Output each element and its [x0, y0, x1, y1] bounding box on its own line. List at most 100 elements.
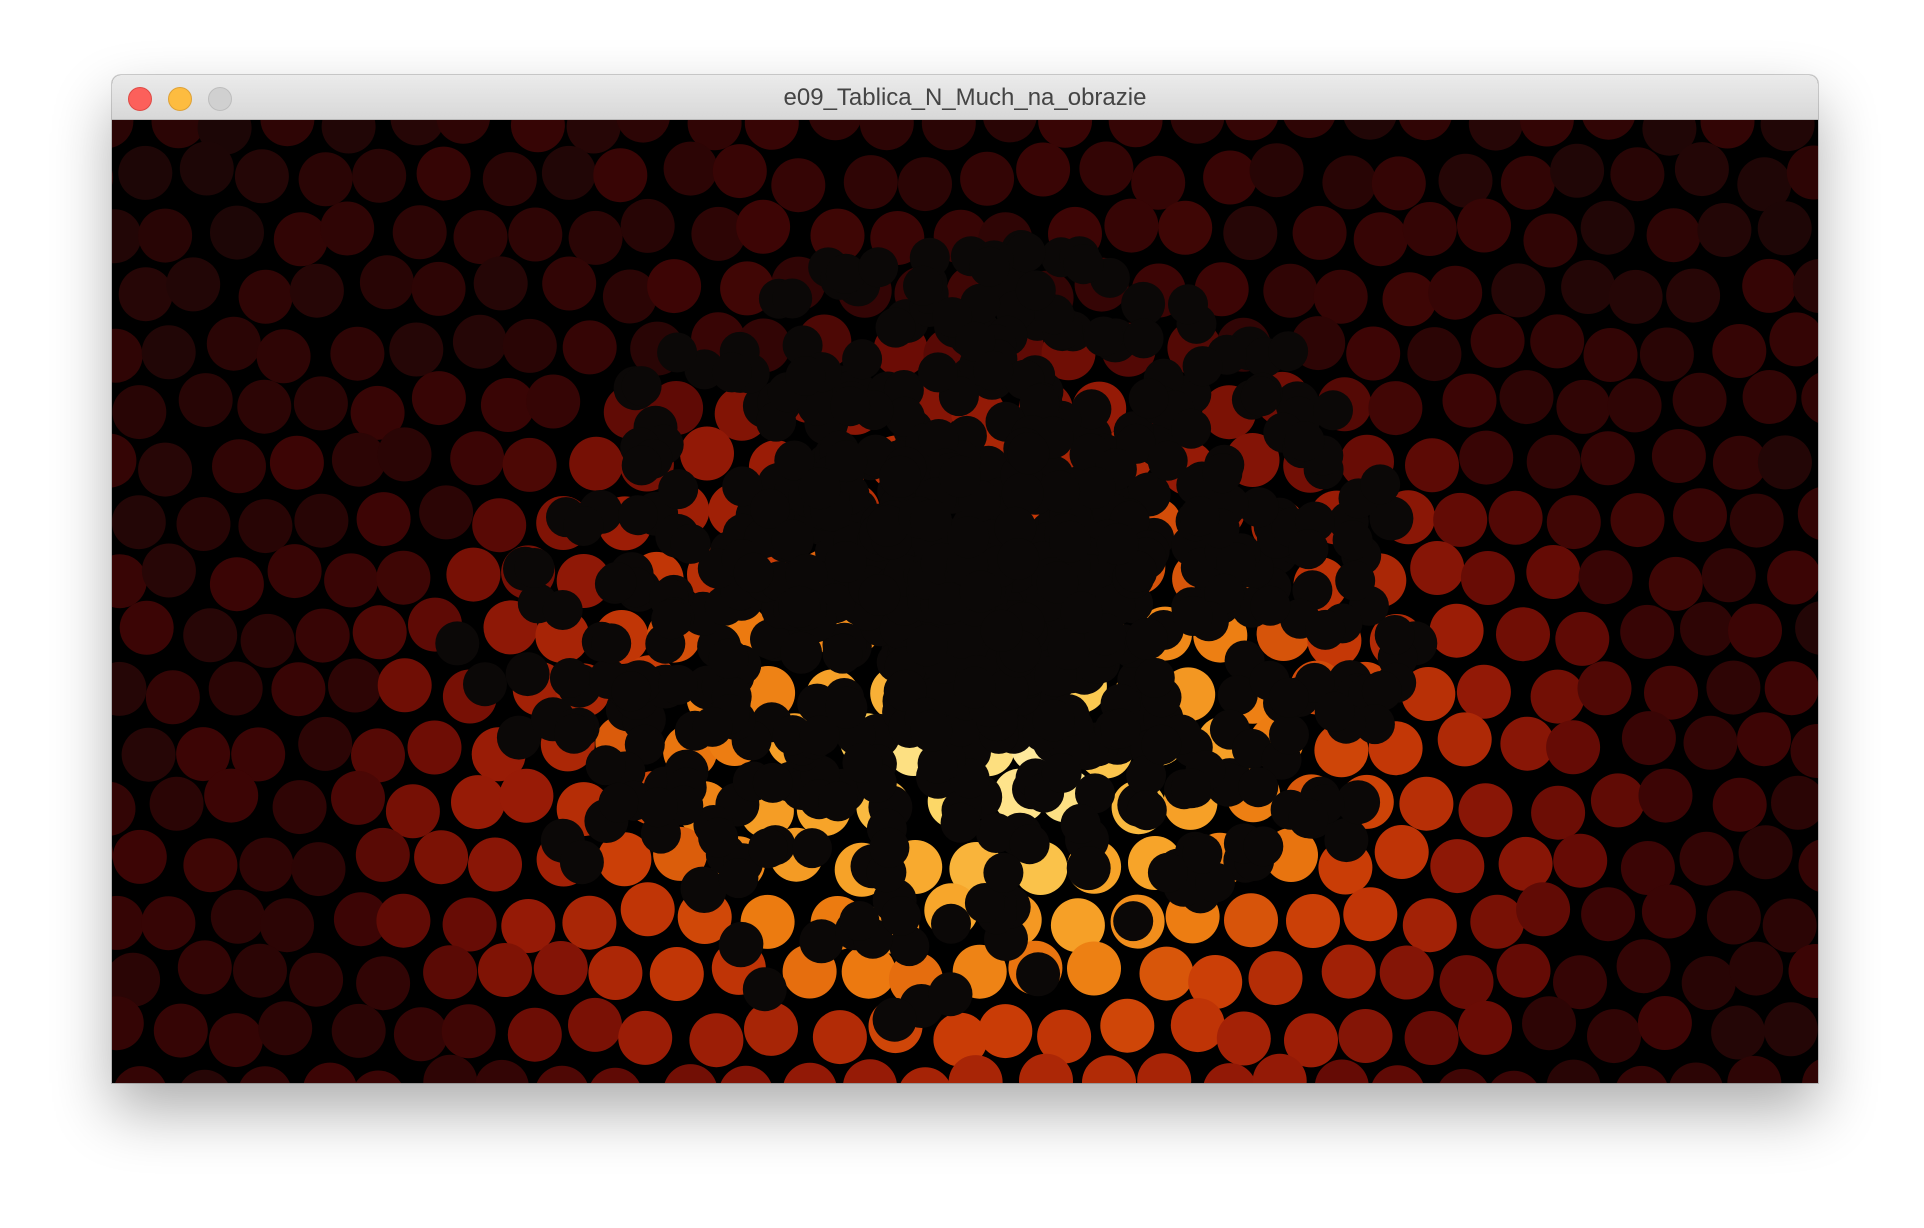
fly	[514, 548, 555, 588]
sketch-canvas[interactable]	[112, 120, 1818, 1083]
fly	[1134, 657, 1175, 698]
fly	[563, 506, 604, 546]
glow-dot	[1379, 945, 1434, 1000]
glow-dot	[1546, 495, 1601, 550]
fly	[598, 782, 639, 823]
fly	[1100, 708, 1141, 749]
fly	[711, 352, 752, 393]
glow-dot	[289, 263, 344, 318]
glow-dot	[1639, 327, 1694, 382]
glow-dot	[1681, 956, 1736, 1010]
glow-dot	[1470, 894, 1525, 949]
fly	[798, 467, 841, 510]
glow-dot	[177, 940, 232, 995]
glow-dot	[1712, 324, 1767, 378]
glow-dot	[1728, 603, 1782, 658]
glow-dot	[593, 148, 648, 203]
glow-dot	[1706, 660, 1761, 715]
glow-dot	[647, 259, 702, 314]
fly	[983, 852, 1024, 893]
fly	[1083, 316, 1124, 357]
glow-dot	[1621, 711, 1676, 766]
glow-dot	[1496, 607, 1550, 662]
glow-dot	[1550, 143, 1605, 198]
fly	[1182, 833, 1223, 874]
glow-dot	[1729, 941, 1784, 996]
glow-dot	[812, 1010, 867, 1065]
glow-dot	[1382, 272, 1437, 327]
fly	[1173, 596, 1213, 636]
glow-dot	[289, 952, 344, 1007]
fly	[1182, 346, 1223, 387]
glow-dot	[355, 827, 410, 882]
glow-dot	[138, 208, 193, 263]
glow-dot	[1405, 438, 1459, 493]
fly	[1060, 803, 1101, 844]
glow-dot	[1458, 783, 1513, 838]
glow-dot	[269, 435, 324, 490]
fly	[585, 745, 626, 786]
fly	[947, 516, 990, 559]
fly	[842, 339, 883, 380]
fly	[1238, 767, 1279, 808]
fly	[1141, 724, 1182, 765]
fly	[1305, 609, 1346, 650]
glow-dot	[712, 144, 767, 199]
fly	[1168, 284, 1208, 325]
glow-dot	[209, 557, 264, 612]
fly	[698, 817, 739, 858]
glow-dot	[898, 157, 952, 212]
glow-dot	[210, 205, 264, 260]
glow-dot	[843, 155, 898, 210]
fly	[918, 352, 958, 393]
glow-dot	[392, 205, 447, 260]
glow-dot	[1638, 768, 1693, 823]
glow-dot	[1683, 715, 1738, 770]
fly	[733, 552, 774, 593]
glow-dot	[183, 608, 238, 663]
title-bar[interactable]: e09_Tablica_N_Much_na_obrazie	[112, 75, 1818, 120]
fly	[1041, 753, 1082, 793]
glow-dot	[1583, 328, 1638, 382]
glow-dot	[256, 329, 311, 384]
glow-dot	[210, 889, 265, 944]
glow-dot	[562, 320, 617, 375]
fly	[1361, 670, 1402, 711]
fly	[909, 499, 952, 542]
glow-dot	[1737, 712, 1791, 767]
fly	[1288, 798, 1329, 839]
glow-dot	[1610, 493, 1665, 548]
fly	[772, 278, 813, 319]
glow-dot	[240, 613, 295, 668]
glow-dot	[118, 145, 173, 200]
fly	[748, 828, 788, 869]
glow-dot	[376, 550, 431, 605]
fly-shadow	[872, 997, 917, 1042]
desktop: e09_Tablica_N_Much_na_obrazie	[0, 0, 1924, 1228]
glow-dot	[442, 897, 497, 952]
glow-dot	[1374, 825, 1429, 879]
glow-dot	[1672, 372, 1727, 427]
glow-dot	[1456, 664, 1511, 719]
glow-dot	[649, 947, 704, 1001]
glow-dot	[176, 497, 231, 551]
glow-dot	[569, 436, 624, 491]
glow-dot	[352, 148, 407, 203]
fly-shadow	[435, 621, 480, 666]
glow-dot	[1610, 147, 1665, 202]
fly	[752, 762, 793, 803]
fly	[1243, 826, 1284, 867]
glow-dot	[1371, 156, 1426, 211]
glow-dot	[568, 210, 623, 265]
glow-dot	[272, 780, 327, 835]
glow-dot	[411, 371, 466, 426]
glow-dot	[324, 553, 379, 608]
glow-dot	[1742, 370, 1797, 424]
fly	[1240, 376, 1281, 417]
glow-dot	[183, 838, 238, 893]
fly	[692, 706, 733, 747]
glow-dot	[1587, 1009, 1641, 1064]
glow-dot	[960, 151, 1015, 206]
fly-shadow	[718, 923, 763, 968]
fly	[906, 624, 948, 667]
